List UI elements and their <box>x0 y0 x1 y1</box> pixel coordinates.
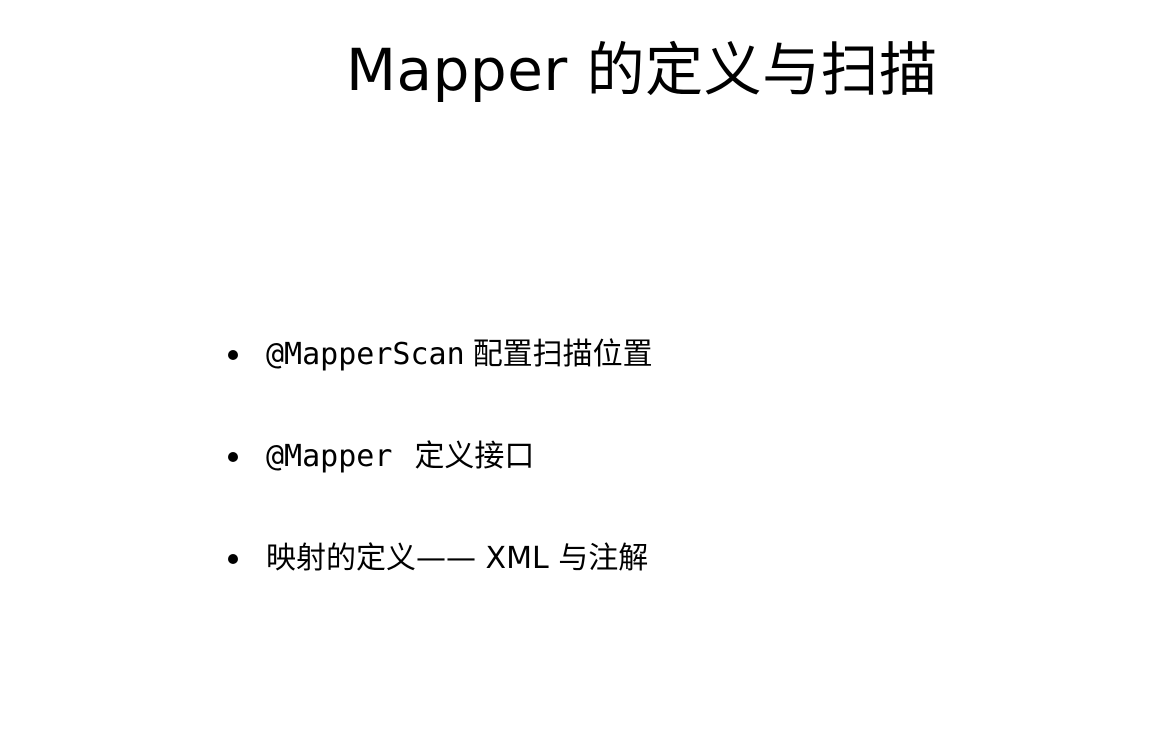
bullet-item-mapperscan: @MapperScan 配置扫描位置 <box>226 330 653 380</box>
bullet-code: @Mapper <box>266 439 393 474</box>
bullet-item-mapper: @Mapper 定义接口 <box>226 432 653 482</box>
bullet-icon <box>228 554 238 564</box>
bullet-text: 配置扫描位置 <box>472 337 653 372</box>
bullet-list: @MapperScan 配置扫描位置 @Mapper 定义接口 映射的定义—— … <box>226 330 653 636</box>
bullet-code: @MapperScan <box>266 337 465 372</box>
bullet-icon <box>228 452 238 462</box>
bullet-text: 定义接口 <box>414 439 535 474</box>
slide: Mapper 的定义与扫描 @MapperScan 配置扫描位置 @Mapper… <box>0 0 1154 746</box>
bullet-item-mapping-definition: 映射的定义—— XML 与注解 <box>226 534 653 584</box>
bullet-icon <box>228 350 238 360</box>
bullet-text: 映射的定义—— XML 与注解 <box>266 541 649 576</box>
slide-title: Mapper 的定义与扫描 <box>346 36 938 104</box>
